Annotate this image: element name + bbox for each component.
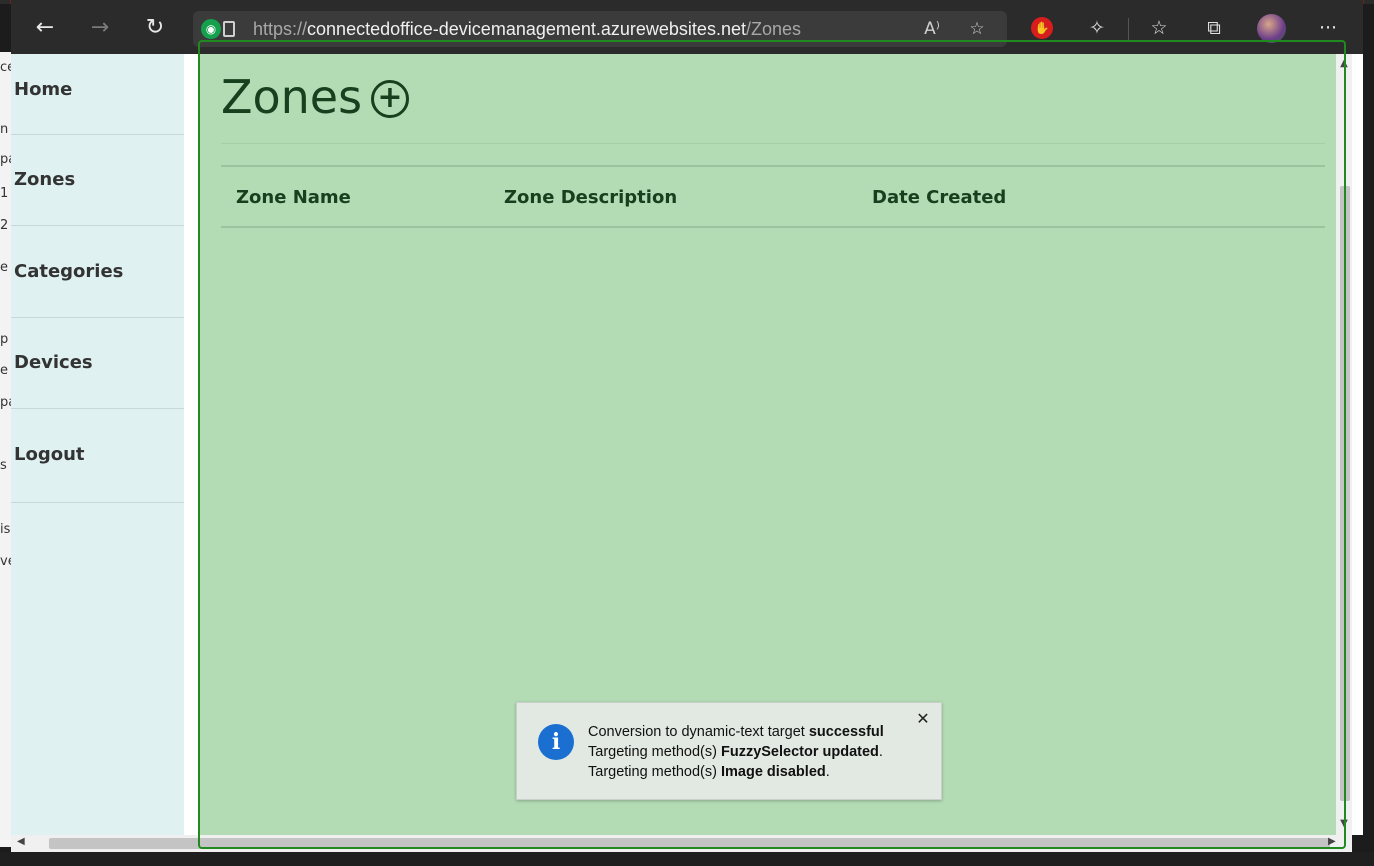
sidebar-item-label: Logout — [14, 444, 85, 465]
info-icon: i — [538, 724, 574, 760]
toast-line-2: Targeting method(s) FuzzySelector update… — [588, 744, 883, 760]
page-title: Zones — [221, 70, 363, 124]
sidebar-item-zones[interactable]: Zones — [11, 135, 184, 226]
close-icon[interactable]: ✕ — [913, 709, 933, 729]
lock-icon — [223, 21, 235, 37]
scroll-thumb[interactable] — [1340, 186, 1350, 801]
collections-icon[interactable]: ⧉ — [1200, 14, 1228, 42]
background-window-edge: ce n pa 1 2 e p e pa s is ve — [0, 52, 11, 847]
sidebar-item-label: Devices — [14, 352, 93, 373]
edge-text: pa — [0, 152, 11, 167]
edge-text: ce — [0, 60, 11, 75]
stop-icon[interactable]: ✋ — [1031, 17, 1053, 39]
edge-text: ve — [0, 554, 11, 569]
column-header-zone-description[interactable]: Zone Description — [504, 187, 677, 208]
column-header-zone-name[interactable]: Zone Name — [236, 187, 351, 208]
scroll-thumb[interactable] — [49, 838, 1330, 849]
url-scheme: https:// — [253, 19, 308, 39]
sidebar-item-label: Home — [14, 79, 73, 100]
scroll-right-icon[interactable]: ▶ — [1328, 836, 1336, 847]
forward-icon[interactable]: → — [84, 12, 116, 44]
sidebar-item-categories[interactable]: Categories — [11, 226, 184, 318]
sidebar-item-home[interactable]: Home — [11, 54, 184, 135]
browser-toolbar: ← → ↻ ◉ https://connectedoffice-devicema… — [11, 0, 1363, 54]
back-icon[interactable]: ← — [29, 12, 61, 44]
sidebar: Home Zones Categories Devices Logout — [11, 54, 184, 835]
more-icon[interactable]: ··· — [1314, 14, 1342, 42]
table-top-border — [221, 165, 1325, 167]
toast-text: Conversion to dynamic-text target — [588, 724, 809, 740]
site-info-icon[interactable]: ◉ — [201, 19, 221, 39]
add-favorite-icon[interactable]: ☆ — [965, 17, 989, 41]
toolbar-separator — [1128, 18, 1129, 40]
avatar[interactable] — [1257, 14, 1286, 43]
url-text[interactable]: https://connectedoffice-devicemanagement… — [253, 19, 801, 40]
edge-text: is — [0, 522, 11, 537]
toast-text: Targeting method(s) — [588, 744, 721, 760]
edge-text: s — [0, 458, 7, 473]
url-path: /Zones — [745, 19, 801, 39]
toast-method: Image disabled — [720, 764, 826, 780]
toast-text: . — [878, 744, 883, 760]
vertical-scrollbar[interactable]: ▲ ▼ — [1336, 54, 1352, 835]
column-header-date-created[interactable]: Date Created — [872, 187, 1006, 208]
edge-text: e — [0, 363, 8, 378]
edge-text: p — [0, 332, 9, 347]
edge-text: n — [0, 122, 9, 137]
url-host: connectedoffice-devicemanagement.azurewe… — [307, 19, 746, 39]
address-bar[interactable]: ◉ https://connectedoffice-devicemanageme… — [193, 11, 1007, 47]
edge-text: pa — [0, 395, 11, 410]
toast-line-3: Targeting method(s) Image disabled. — [588, 764, 830, 780]
scroll-up-icon[interactable]: ▲ — [1338, 58, 1350, 69]
horizontal-scrollbar[interactable]: ◀ ▶ — [11, 835, 1352, 852]
toast-status: successful — [808, 724, 884, 740]
edge-text: 2 — [0, 218, 9, 233]
divider — [221, 143, 1325, 144]
add-zone-icon[interactable]: + — [371, 80, 409, 118]
table-header-border — [221, 226, 1325, 228]
toast-text: . — [825, 764, 830, 780]
toast-method: FuzzySelector updated — [720, 744, 879, 760]
sidebar-item-label: Categories — [14, 261, 124, 282]
extensions-icon[interactable]: ✧ — [1083, 14, 1111, 42]
favorites-icon[interactable]: ☆ — [1145, 14, 1173, 42]
edge-text: e — [0, 260, 8, 275]
window-bottom-edge — [0, 852, 1374, 866]
edge-text: 1 — [0, 186, 9, 201]
scroll-down-icon[interactable]: ▼ — [1338, 818, 1350, 829]
notification-toast: i ✕ Conversion to dynamic-text target su… — [516, 702, 942, 800]
toast-text: Targeting method(s) — [588, 764, 721, 780]
read-aloud-icon[interactable]: A⁾ — [920, 17, 944, 41]
sidebar-item-devices[interactable]: Devices — [11, 318, 184, 409]
toast-line-1: Conversion to dynamic-text target succes… — [588, 724, 884, 740]
refresh-icon[interactable]: ↻ — [139, 12, 171, 44]
sidebar-item-label: Zones — [14, 169, 76, 190]
scroll-left-icon[interactable]: ◀ — [17, 836, 25, 847]
sidebar-item-logout[interactable]: Logout — [11, 409, 184, 503]
